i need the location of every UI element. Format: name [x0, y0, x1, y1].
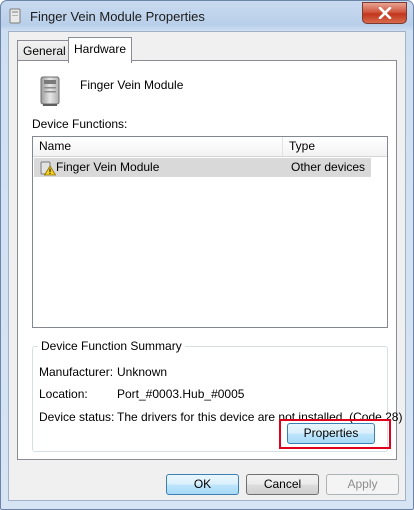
manufacturer-value: Unknown: [117, 365, 168, 379]
device-icon: [9, 8, 21, 24]
tab-hardware[interactable]: Hardware: [68, 37, 132, 63]
warning-icon: [40, 161, 56, 176]
ok-button[interactable]: OK: [166, 474, 239, 495]
window-title: Finger Vein Module Properties: [30, 9, 205, 24]
device-icon: [40, 76, 60, 106]
column-header-type[interactable]: Type: [283, 137, 315, 156]
manufacturer-label: Manufacturer:: [39, 365, 114, 379]
column-header-name[interactable]: Name: [33, 137, 283, 156]
device-functions-label: Device Functions:: [32, 117, 128, 131]
dialog-client: General Hardware Finger Vein Module Devi…: [8, 31, 406, 501]
device-name: Finger Vein Module: [80, 78, 184, 92]
properties-button[interactable]: Properties: [287, 423, 375, 444]
device-status-label: Device status:: [39, 410, 115, 424]
row-type: Other devices: [291, 160, 366, 174]
tab-general[interactable]: General: [17, 40, 69, 61]
device-functions-list[interactable]: Name Type Finger Vein Module Other devic…: [32, 136, 388, 328]
list-header: Name Type: [33, 137, 387, 157]
summary-legend: Device Function Summary: [38, 339, 185, 353]
apply-button[interactable]: Apply: [326, 474, 399, 495]
location-label: Location:: [39, 387, 88, 401]
title-bar[interactable]: Finger Vein Module Properties: [1, 1, 413, 31]
close-icon: [378, 7, 391, 19]
location-value: Port_#0003.Hub_#0005: [117, 387, 245, 401]
hardware-panel: Finger Vein Module Device Functions: Nam…: [17, 60, 402, 460]
cancel-button[interactable]: Cancel: [246, 474, 319, 495]
properties-window: Finger Vein Module Properties General Ha…: [0, 0, 414, 510]
row-name: Finger Vein Module: [56, 160, 160, 174]
list-item[interactable]: Finger Vein Module Other devices: [34, 158, 371, 177]
close-button[interactable]: [362, 2, 407, 24]
